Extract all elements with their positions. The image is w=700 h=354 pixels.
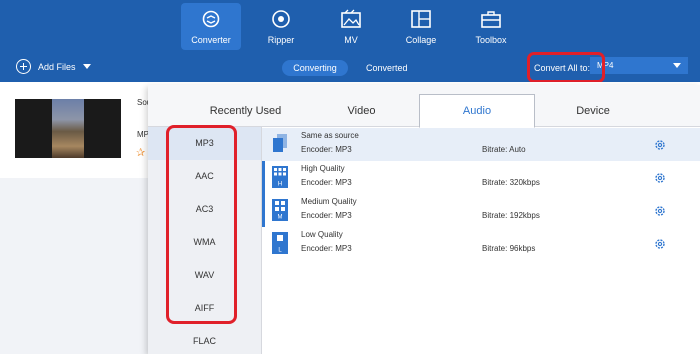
- format-item-flac[interactable]: FLAC: [148, 325, 261, 354]
- quality-encoder: Encoder: MP3: [301, 145, 352, 154]
- low-quality-icon: L: [272, 232, 288, 254]
- file-copy-icon: [273, 134, 287, 152]
- quality-encoder: Encoder: MP3: [301, 178, 352, 187]
- quality-title: Same as source: [301, 131, 359, 140]
- gear-icon[interactable]: [654, 139, 666, 151]
- quality-row-low[interactable]: L Low Quality Encoder: MP3 Bitrate: 96kb…: [262, 227, 700, 260]
- tab-converted[interactable]: Converted: [366, 60, 408, 76]
- ripper-icon: [272, 10, 290, 28]
- edit-icon[interactable]: ✰: [136, 146, 145, 159]
- nav-label: MV: [344, 35, 358, 45]
- nav-label: Collage: [405, 35, 437, 45]
- row-marker: [262, 161, 265, 194]
- quality-badge: H: [278, 182, 282, 188]
- highlight-box-format-list: [166, 125, 237, 324]
- nav-mv[interactable]: MV: [321, 3, 381, 50]
- quality-badge: M: [278, 215, 283, 221]
- nav-label: Toolbox: [475, 35, 507, 45]
- add-files-label: Add Files: [38, 61, 76, 72]
- collage-icon: [411, 10, 431, 28]
- gear-icon[interactable]: [654, 205, 666, 217]
- row-marker: [262, 194, 265, 227]
- gear-icon[interactable]: [654, 238, 666, 250]
- nav-label: Ripper: [267, 35, 295, 45]
- converter-icon: [202, 10, 220, 28]
- quality-row-high[interactable]: H High Quality Encoder: MP3 Bitrate: 320…: [262, 161, 700, 194]
- nav-ripper[interactable]: Ripper: [251, 3, 311, 50]
- quality-row-same-as-source[interactable]: Same as source Encoder: MP3 Bitrate: Aut…: [262, 128, 700, 161]
- add-files-button[interactable]: Add Files: [16, 59, 91, 74]
- nav-label: Converter: [191, 35, 231, 45]
- medium-quality-icon: M: [272, 199, 288, 221]
- mv-icon: [341, 9, 361, 28]
- tab-device[interactable]: Device: [536, 95, 650, 127]
- tab-audio[interactable]: Audio: [419, 94, 535, 128]
- tab-converting[interactable]: Converting: [282, 60, 348, 76]
- nav-toolbox[interactable]: Toolbox: [461, 3, 521, 50]
- quality-encoder: Encoder: MP3: [301, 244, 352, 253]
- quality-title: Medium Quality: [301, 197, 357, 206]
- nav-converter[interactable]: Converter: [181, 3, 241, 50]
- quality-bitrate: Bitrate: 320kbps: [482, 178, 540, 187]
- quality-title: Low Quality: [301, 230, 343, 239]
- gear-icon[interactable]: [654, 172, 666, 184]
- quality-row-medium[interactable]: M Medium Quality Encoder: MP3 Bitrate: 1…: [262, 194, 700, 227]
- quality-title: High Quality: [301, 164, 345, 173]
- top-nav: Converter Ripper MV Collage Toolbox: [0, 0, 700, 52]
- plus-icon: [16, 59, 31, 74]
- video-thumbnail[interactable]: [15, 99, 121, 158]
- thumbnail-image: [52, 99, 84, 158]
- quality-bitrate: Bitrate: 192kbps: [482, 211, 540, 220]
- quality-bitrate: Bitrate: 96kbps: [482, 244, 536, 253]
- highlight-box-convert-all: [527, 52, 605, 83]
- quality-encoder: Encoder: MP3: [301, 211, 352, 220]
- quality-bitrate: Bitrate: Auto: [482, 145, 526, 154]
- chevron-down-icon[interactable]: [82, 64, 91, 69]
- chevron-down-icon: [673, 63, 681, 68]
- high-quality-icon: H: [272, 166, 288, 188]
- nav-collage[interactable]: Collage: [391, 3, 451, 50]
- format-category-tabs: Recently Used Video Audio Device: [148, 85, 700, 128]
- toolbox-icon: [481, 11, 501, 28]
